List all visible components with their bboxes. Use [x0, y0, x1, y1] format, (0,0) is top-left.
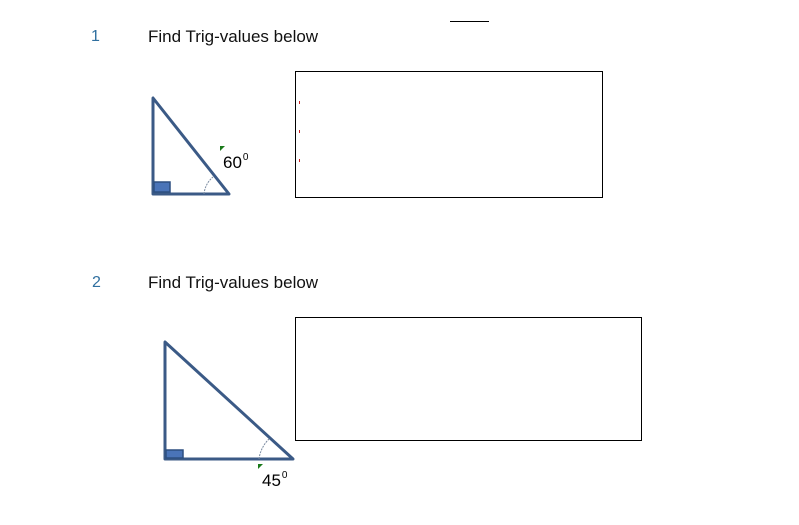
degree-mark: 0	[281, 470, 288, 481]
right-angle-marker	[153, 181, 171, 193]
angle-label-60: 600	[223, 152, 248, 173]
angle-value: 45	[262, 471, 281, 490]
triangle-outline	[151, 96, 231, 196]
red-mark	[299, 101, 300, 104]
angle-arc	[203, 176, 214, 195]
green-marker	[220, 146, 225, 151]
angle-arc	[258, 438, 270, 460]
question-number: 2	[92, 274, 101, 291]
green-marker	[258, 464, 263, 469]
answer-box-2[interactable]	[295, 317, 642, 441]
triangle-outline	[163, 340, 295, 461]
question-prompt: Find Trig-values below	[148, 273, 319, 292]
top-rule	[450, 21, 489, 22]
angle-value: 60	[223, 153, 242, 172]
question-prompt: Find Trig-values below	[148, 27, 319, 46]
right-angle-marker	[165, 449, 184, 459]
right-triangle-45	[163, 340, 295, 461]
red-mark	[299, 159, 300, 162]
red-mark	[299, 130, 300, 133]
angle-label-45: 450	[262, 470, 287, 491]
degree-mark: 0	[242, 152, 249, 163]
question-number: 1	[91, 28, 100, 45]
answer-box-1[interactable]	[295, 71, 603, 198]
